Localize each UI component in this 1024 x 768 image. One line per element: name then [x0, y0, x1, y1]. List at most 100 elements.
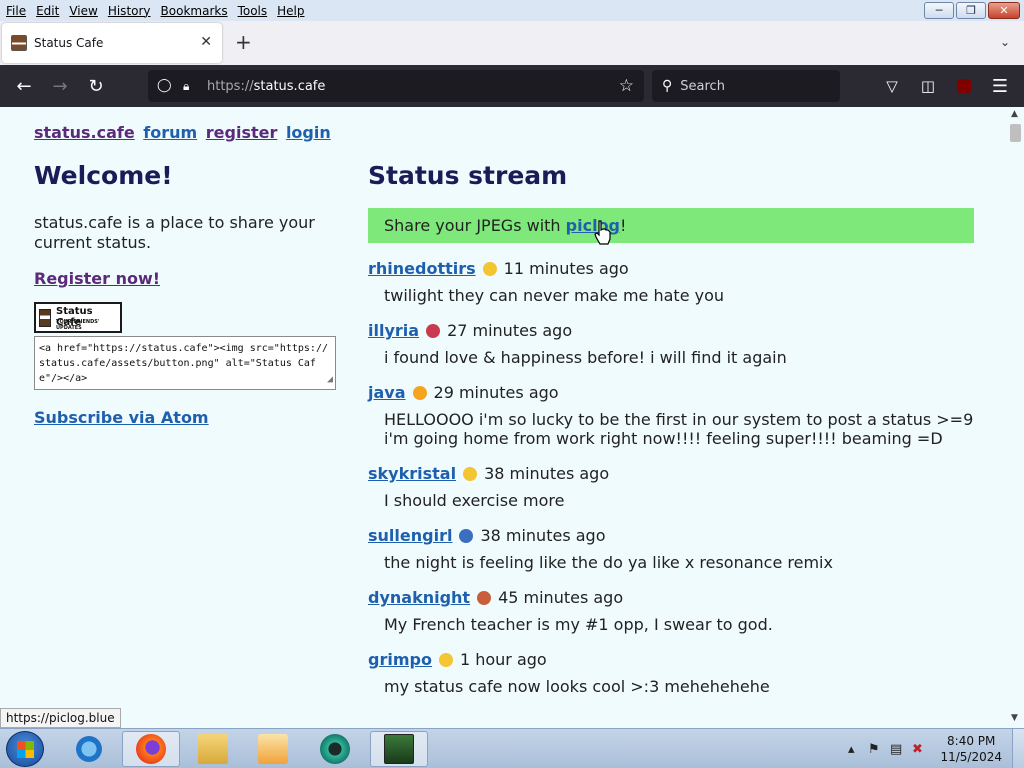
taskbar-file-explorer[interactable] [184, 731, 242, 767]
menu-bar: File Edit View History Bookmarks Tools H… [0, 0, 1024, 21]
task-manager-icon [384, 734, 414, 764]
hand-cursor-icon [594, 220, 611, 245]
entry-message: the night is feeling like the do ya like… [384, 553, 833, 572]
nav-link-forum[interactable]: forum [143, 123, 197, 142]
menu-view[interactable]: View [64, 4, 102, 18]
menu-bookmarks[interactable]: Bookmarks [156, 4, 233, 18]
show-desktop-button[interactable] [1012, 729, 1024, 768]
search-icon: ⚲ [662, 78, 673, 94]
entry-header: skykristal 38 minutes ago [368, 464, 974, 483]
entry-username-link[interactable]: illyria [368, 321, 419, 340]
face-with-monocle-icon [463, 466, 478, 481]
taskbar-app[interactable] [306, 731, 364, 767]
entry-message: i found love & happiness before! i will … [384, 348, 787, 367]
entry-username-link[interactable]: dynaknight [368, 588, 470, 607]
register-now-link[interactable]: Register now! [34, 269, 344, 288]
taskbar: ▴ ⚑ ▤ ✖ 8:40 PM 11/5/2024 [0, 728, 1024, 768]
show-hidden-icons-icon[interactable]: ▴ [848, 742, 855, 757]
status-stream: Status stream Share your JPEGs with picl… [368, 161, 974, 696]
subscribe-atom-link[interactable]: Subscribe via Atom [34, 408, 344, 427]
url-text[interactable]: https://status.cafe [207, 79, 325, 94]
entry-username-link[interactable]: rhinedottirs [368, 259, 476, 278]
menu-edit[interactable]: Edit [31, 4, 64, 18]
intro-text: status.cafe is a place to share your cur… [34, 213, 315, 252]
status-entry: skykristal 38 minutes ago I should exercis… [368, 464, 974, 510]
back-icon[interactable]: ← [12, 74, 36, 98]
entry-header: dynaknight 45 minutes ago [368, 588, 974, 607]
forward-icon[interactable]: → [48, 74, 72, 98]
menu-file[interactable]: File [0, 4, 31, 18]
entry-header: illyria 27 minutes ago [368, 321, 974, 340]
status-entry: sullengirl 38 minutes ago the night is fee… [368, 526, 974, 572]
scroll-thumb[interactable] [1010, 124, 1021, 142]
lock-icon[interactable]: 🔒︎ [183, 79, 195, 93]
hamburger-menu-icon[interactable]: ☰ [988, 74, 1012, 98]
firefox-icon [136, 734, 166, 764]
nav-link-home[interactable]: status.cafe [34, 123, 135, 142]
entry-message: my status cafe now looks cool >:3 mehehe… [384, 677, 770, 696]
slightly-smiling-face-icon [438, 652, 453, 667]
scroll-up-icon[interactable]: ▲ [1011, 109, 1018, 119]
start-button[interactable] [6, 731, 44, 767]
entry-username-link[interactable]: grimpo [368, 650, 432, 669]
ublock-origin-icon[interactable] [952, 74, 976, 98]
close-window-button[interactable]: ✕ [988, 2, 1020, 19]
folder-icon [198, 734, 228, 764]
action-center-flag-icon[interactable]: ⚑ [868, 742, 880, 757]
extensions-puzzle-icon[interactable]: ◫ [916, 74, 940, 98]
nav-link-login[interactable]: login [286, 123, 331, 142]
entry-username-link[interactable]: sullengirl [368, 526, 452, 545]
window-controls: ─ ❐ ✕ [924, 2, 1020, 19]
tracking-protection-shield-icon[interactable]: ◯ [157, 78, 172, 94]
site-nav: status.cafe forum register login [34, 123, 334, 142]
clock[interactable]: 8:40 PM 11/5/2024 [940, 733, 1002, 765]
page-scrollbar[interactable]: ▲ ▼ [1007, 107, 1024, 728]
status-entry: java 29 minutes ago HELLOOOO i'm so lucky … [368, 383, 974, 448]
sidebar: Welcome! status.cafe is a place to share… [34, 161, 344, 427]
entry-list: rhinedottirs 11 minutes ago twilight they … [368, 259, 974, 696]
list-all-tabs-icon[interactable]: ⌄ [1000, 35, 1010, 49]
entry-username-link[interactable]: java [368, 383, 406, 402]
tab-status-cafe[interactable]: Status Cafe ✕ [2, 23, 222, 63]
taskbar-firefox[interactable] [122, 731, 180, 767]
entry-header: sullengirl 38 minutes ago [368, 526, 974, 545]
menu-history[interactable]: History [103, 4, 156, 18]
coffee-cup-icon [39, 309, 51, 327]
search-bar[interactable]: ⚲ Search [652, 70, 840, 102]
status-cafe-favicon-icon [11, 35, 27, 51]
nav-link-register[interactable]: register [206, 123, 278, 142]
close-tab-icon[interactable]: ✕ [200, 34, 212, 50]
tab-bar: Status Cafe ✕ + ⌄ [0, 21, 1024, 65]
entry-header: java 29 minutes ago [368, 383, 974, 402]
url-bar[interactable]: ◯ 🔒︎ https://status.cafe ☆ [148, 70, 644, 102]
scroll-down-icon[interactable]: ▼ [1011, 713, 1018, 723]
minimize-button[interactable]: ─ [924, 2, 954, 19]
embed-code-textarea[interactable]: <a href="https://status.cafe"><img src="… [34, 336, 336, 390]
status-entry: grimpo 1 hour ago my status cafe now looks… [368, 650, 974, 696]
volume-muted-icon[interactable]: ✖ [912, 742, 923, 757]
pocket-icon[interactable]: ▽ [880, 74, 904, 98]
restore-button[interactable]: ❐ [956, 2, 986, 19]
taskbar-internet-explorer[interactable] [60, 731, 118, 767]
entry-username-link[interactable]: skykristal [368, 464, 456, 483]
network-icon[interactable]: ▤ [890, 742, 902, 757]
entry-time: 45 minutes ago [498, 588, 624, 607]
menu-help[interactable]: Help [272, 4, 309, 18]
entry-time: 1 hour ago [459, 650, 547, 669]
welcome-heading: Welcome! [34, 161, 173, 190]
clock-date: 11/5/2024 [940, 750, 1002, 764]
bookmark-star-icon[interactable]: ☆ [619, 76, 634, 96]
status-cafe-button-badge[interactable]: Status Cafe YOUR FRIENDS' UPDATES [34, 302, 122, 333]
television-icon [459, 528, 474, 543]
new-tab-button[interactable]: + [235, 32, 252, 52]
stream-heading: Status stream [368, 161, 568, 190]
entry-message: I should exercise more [384, 491, 565, 510]
search-placeholder: Search [680, 78, 725, 94]
taskbar-media-player[interactable] [244, 731, 302, 767]
page-content: status.cafe forum register login Welcome… [0, 107, 1007, 728]
entry-time: 27 minutes ago [447, 321, 573, 340]
menu-tools[interactable]: Tools [233, 4, 273, 18]
resize-grip-icon[interactable]: ◢ [327, 372, 333, 387]
taskbar-task-manager[interactable] [370, 731, 428, 767]
reload-icon[interactable]: ↻ [84, 74, 108, 98]
